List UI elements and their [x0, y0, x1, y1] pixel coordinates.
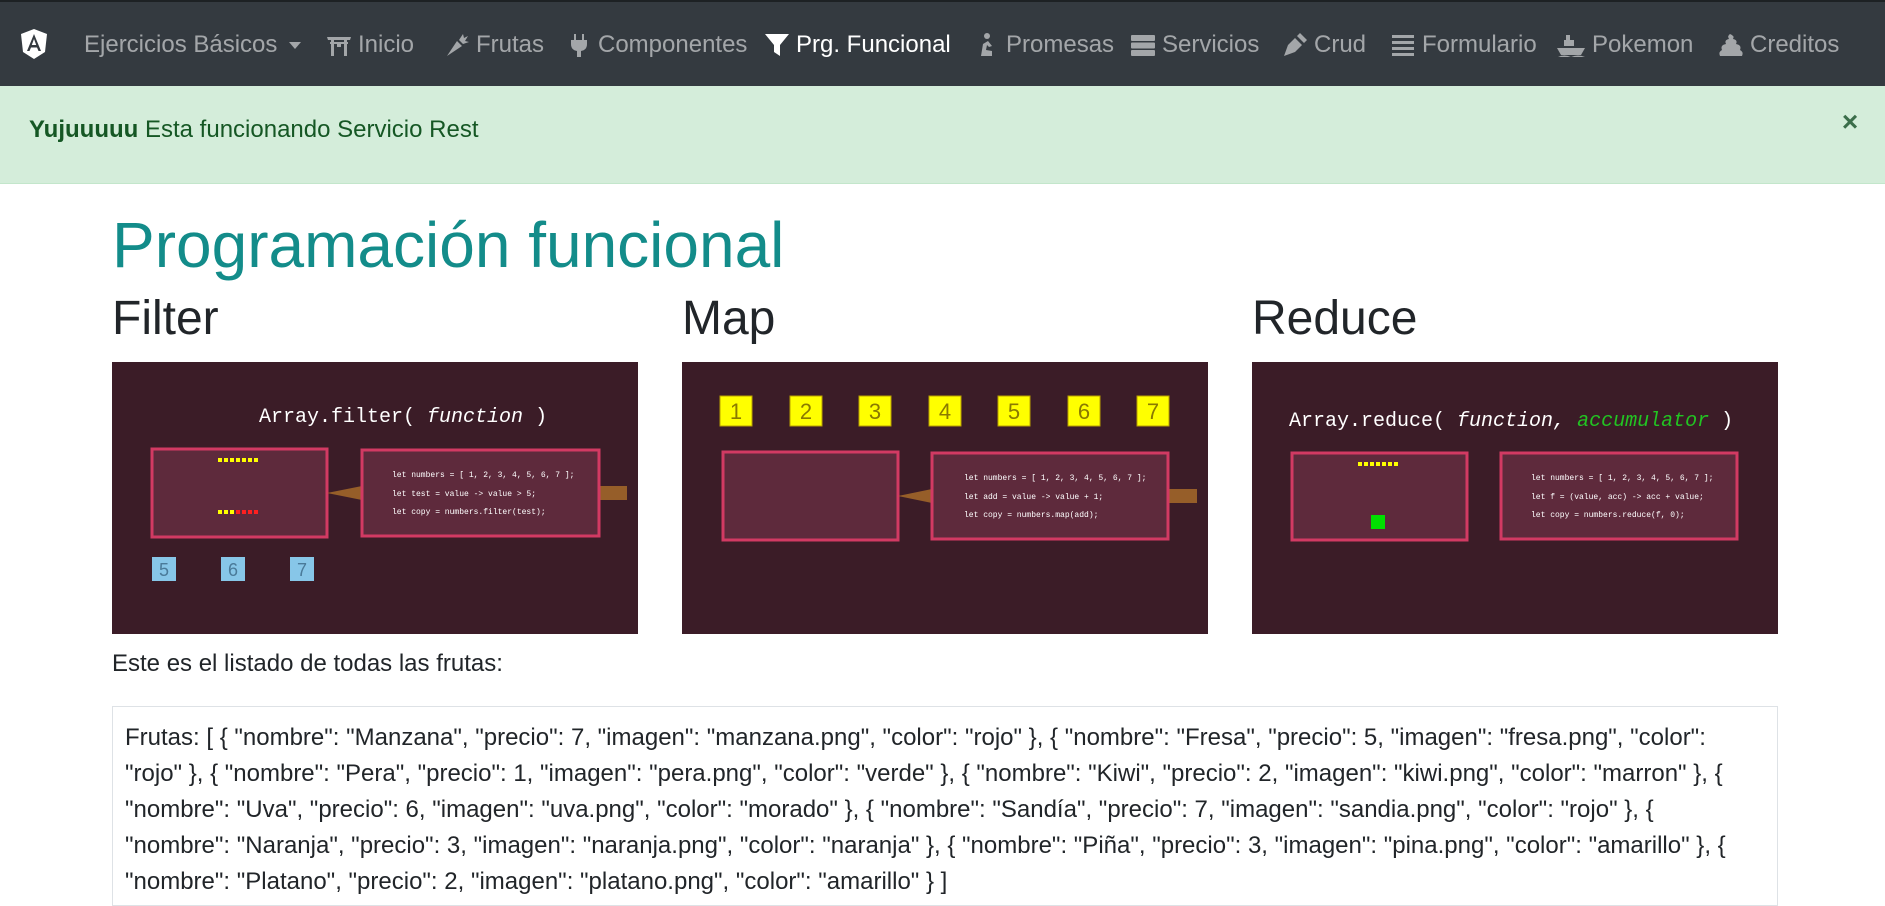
nav-item-label: Servicios: [1162, 31, 1260, 58]
success-alert: Yujuuuuu Esta funcionando Servicio Rest: [0, 86, 1885, 184]
chevron-down-icon: [289, 41, 302, 49]
nav-item-label: Crud: [1314, 31, 1367, 58]
nav-item-frutas[interactable]: Frutas: [444, 28, 544, 62]
nav-item-label: Componentes: [598, 31, 748, 58]
nav-item-label: Frutas: [476, 31, 545, 58]
reduce-heading-fn: function,: [1457, 410, 1565, 433]
nav-item-prg-funcional[interactable]: Prg. Funcional: [764, 28, 951, 62]
reduce-heading-acc: accumulator: [1577, 410, 1709, 433]
map-code-line: let numbers = [ 1, 2, 3, 4, 5, 6, 7 ];: [964, 474, 1146, 483]
nav-item-pokemon[interactable]: Pokemon: [1556, 28, 1693, 62]
filter-output-token: 5: [159, 560, 169, 580]
reduce-animation-image: Array.reduce( function, accumulator ) le…: [1252, 362, 1778, 634]
reduce-heading: Reduce: [1252, 292, 1418, 345]
server-icon: [1131, 35, 1155, 56]
reduce-code-line: let f = (value, acc) -> acc + value;: [1531, 493, 1704, 502]
filter-heading-suffix: ): [535, 406, 547, 429]
torii-gate-icon: [327, 37, 351, 56]
filter-input-box: [150, 447, 329, 539]
nav-item-crud[interactable]: Crud: [1282, 28, 1366, 62]
filter-icon: [765, 34, 789, 56]
nav-item-promesas[interactable]: Promesas: [974, 28, 1114, 62]
close-icon[interactable]: ×: [1838, 104, 1862, 140]
reduce-tokens: [1358, 462, 1398, 466]
map-input-token: 7: [1147, 399, 1159, 424]
alert-strong: Yujuuuuu: [29, 116, 139, 143]
filter-code-line: let numbers = [ 1, 2, 3, 4, 5, 6, 7 ];: [392, 471, 574, 480]
filter-heading: Filter: [112, 292, 219, 345]
filter-code-line: let copy = numbers.filter(test);: [392, 508, 546, 517]
page-title: Programación funcional: [112, 209, 785, 281]
map-heading: Map: [682, 292, 776, 345]
map-input-token: 4: [939, 399, 951, 424]
angular-logo-icon[interactable]: [20, 28, 48, 60]
carrot-icon: [447, 34, 469, 56]
nav-item-label: Creditos: [1750, 31, 1840, 58]
nav-item-formulario[interactable]: Formulario: [1390, 28, 1537, 62]
reduce-code-line: let numbers = [ 1, 2, 3, 4, 5, 6, 7 ];: [1531, 474, 1713, 483]
filter-tokens-top: [218, 458, 258, 462]
svg-text:Array.filter( function: Array.filter( function ): [259, 406, 547, 429]
nav-item-creditos[interactable]: Creditos: [1718, 28, 1839, 62]
svg-text:Array.reduce( function,: Array.reduce( function, accumulator ): [1289, 410, 1733, 433]
map-input-token: 1: [730, 399, 742, 424]
filter-heading-fn: function: [427, 406, 523, 429]
plug-icon: [571, 34, 587, 57]
filter-output-token: 6: [228, 560, 238, 580]
map-code-line: let add = value -> value + 1;: [964, 493, 1103, 502]
nav-item-label: Ejercicios Básicos: [84, 31, 278, 58]
map-input-token: 2: [800, 399, 812, 424]
nav-item-inicio[interactable]: Inicio: [326, 28, 414, 62]
filter-tokens-bottom: [218, 510, 258, 514]
reduce-heading-suffix: ): [1721, 410, 1733, 433]
map-input-token: 3: [869, 399, 881, 424]
nav-item-servicios[interactable]: Servicios: [1130, 28, 1259, 62]
navbar: Ejercicios Básicos Inicio Frutas Compone…: [0, 0, 1885, 86]
ship-icon: [1557, 35, 1585, 57]
map-code-line: let copy = numbers.map(add);: [964, 511, 1098, 520]
reduce-heading-prefix: Array.reduce(: [1289, 410, 1445, 433]
fruits-json-text: Frutas: [ { "nombre": "Manzana", "precio…: [125, 724, 1726, 895]
alert-message: Yujuuuuu Esta funcionando Servicio Rest: [29, 112, 479, 148]
nav-item-label: Prg. Funcional: [796, 31, 951, 58]
nav-item-label: Formulario: [1422, 31, 1537, 58]
nav-item-label: Promesas: [1006, 31, 1115, 58]
poop-icon: [1719, 34, 1743, 56]
pen-nib-icon: [1284, 33, 1307, 56]
fruits-caption: Este es el listado de todas las frutas:: [112, 650, 503, 677]
map-input-token: 5: [1008, 399, 1020, 424]
list-icon: [1392, 35, 1414, 56]
praying-person-icon: [981, 33, 992, 56]
nav-item-label: Inicio: [358, 31, 415, 58]
fruits-json-box: Frutas: [ { "nombre": "Manzana", "precio…: [112, 706, 1778, 906]
map-animation-image: 1 2 3 4 5 6 7 let numbers = [ 1, 2, 3, 4…: [682, 362, 1208, 634]
map-input-tokens: 1 2 3 4 5 6 7: [719, 395, 1170, 427]
map-input-token: 6: [1078, 399, 1090, 424]
nav-ejercicios-basicos-dropdown[interactable]: Ejercicios Básicos: [84, 28, 302, 62]
nav-item-label: Pokemon: [1592, 31, 1694, 58]
filter-heading-prefix: Array.filter(: [259, 406, 415, 429]
filter-code-line: let test = value -> value > 5;: [392, 490, 536, 499]
filter-output-token: 7: [297, 560, 307, 580]
accumulator-block: [1371, 515, 1385, 529]
filter-output-tokens: 5 6 7: [152, 557, 314, 581]
nav-item-componentes[interactable]: Componentes: [566, 28, 747, 62]
map-input-box: [721, 450, 900, 542]
alert-body: Esta funcionando Servicio Rest: [144, 116, 479, 143]
reduce-code-line: let copy = numbers.reduce(f, 0);: [1531, 511, 1685, 520]
filter-animation-image: Array.filter( function ) let numbers = […: [112, 362, 638, 634]
